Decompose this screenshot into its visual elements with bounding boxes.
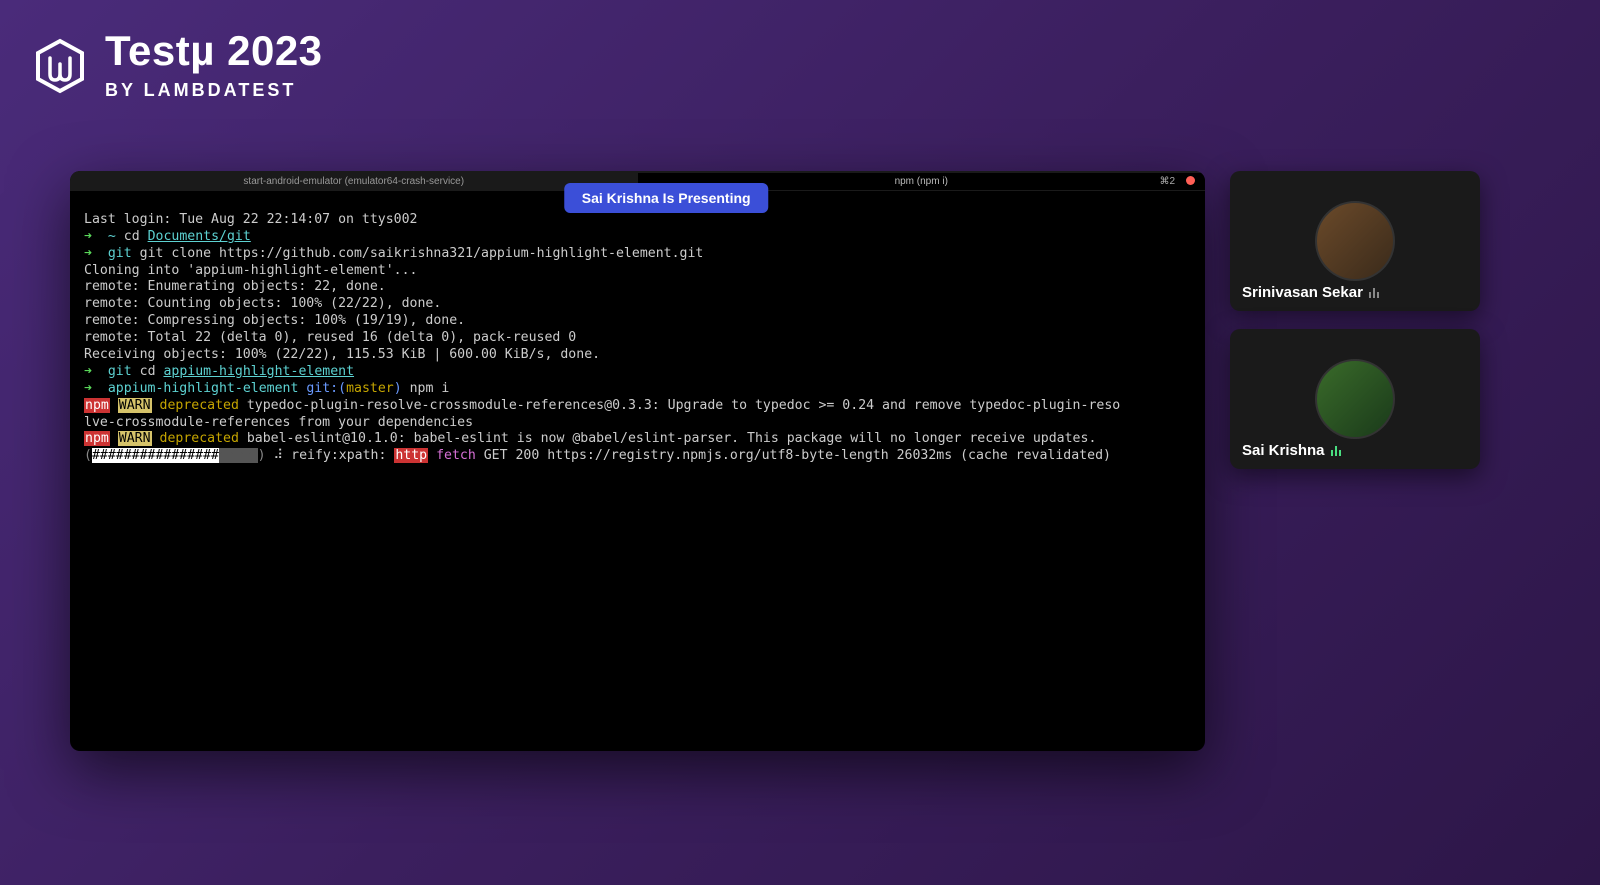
brand-subtitle: BY LAMBDATEST xyxy=(105,80,323,101)
warn-badge: WARN xyxy=(118,431,152,446)
brand-title: Testµ 2023 xyxy=(105,30,323,72)
prompt-arrow-icon: ➜ xyxy=(84,246,92,261)
terminal-output: Last login: Tue Aug 22 22:14:07 on ttys0… xyxy=(70,191,1205,486)
presenter-badge: Sai Krishna Is Presenting xyxy=(564,183,769,213)
avatar xyxy=(1315,359,1395,439)
prompt-arrow-icon: ➜ xyxy=(84,364,92,379)
prompt-arrow-icon: ➜ xyxy=(84,229,92,244)
npm-badge: npm xyxy=(84,398,110,413)
header: Testµ 2023 BY LAMBDATEST xyxy=(0,0,1600,101)
audio-indicator-icon xyxy=(1331,446,1341,456)
audio-indicator-icon xyxy=(1369,288,1379,298)
participant-name: Srinivasan Sekar xyxy=(1242,284,1363,301)
close-icon[interactable] xyxy=(1186,176,1195,185)
avatar xyxy=(1315,201,1395,281)
shared-screen-terminal[interactable]: Sai Krishna Is Presenting start-android-… xyxy=(70,171,1205,751)
participant-name: Sai Krishna xyxy=(1242,442,1325,459)
participant-tile-1[interactable]: Srinivasan Sekar xyxy=(1230,171,1480,311)
http-badge: http xyxy=(394,448,428,463)
prompt-arrow-icon: ➜ xyxy=(84,381,92,396)
progress-bar: ################ xyxy=(92,448,219,463)
participant-tile-2[interactable]: Sai Krishna xyxy=(1230,329,1480,469)
testmu-logo-icon xyxy=(30,36,90,96)
terminal-tab-1[interactable]: start-android-emulator (emulator64-crash… xyxy=(70,173,638,190)
participant-sidebar: Srinivasan Sekar Sai Krishna xyxy=(1230,171,1480,751)
tab-shortcut: ⌘2 xyxy=(1159,176,1175,187)
warn-badge: WARN xyxy=(118,398,152,413)
npm-badge: npm xyxy=(84,431,110,446)
last-login-line: Last login: Tue Aug 22 22:14:07 on ttys0… xyxy=(84,212,417,227)
